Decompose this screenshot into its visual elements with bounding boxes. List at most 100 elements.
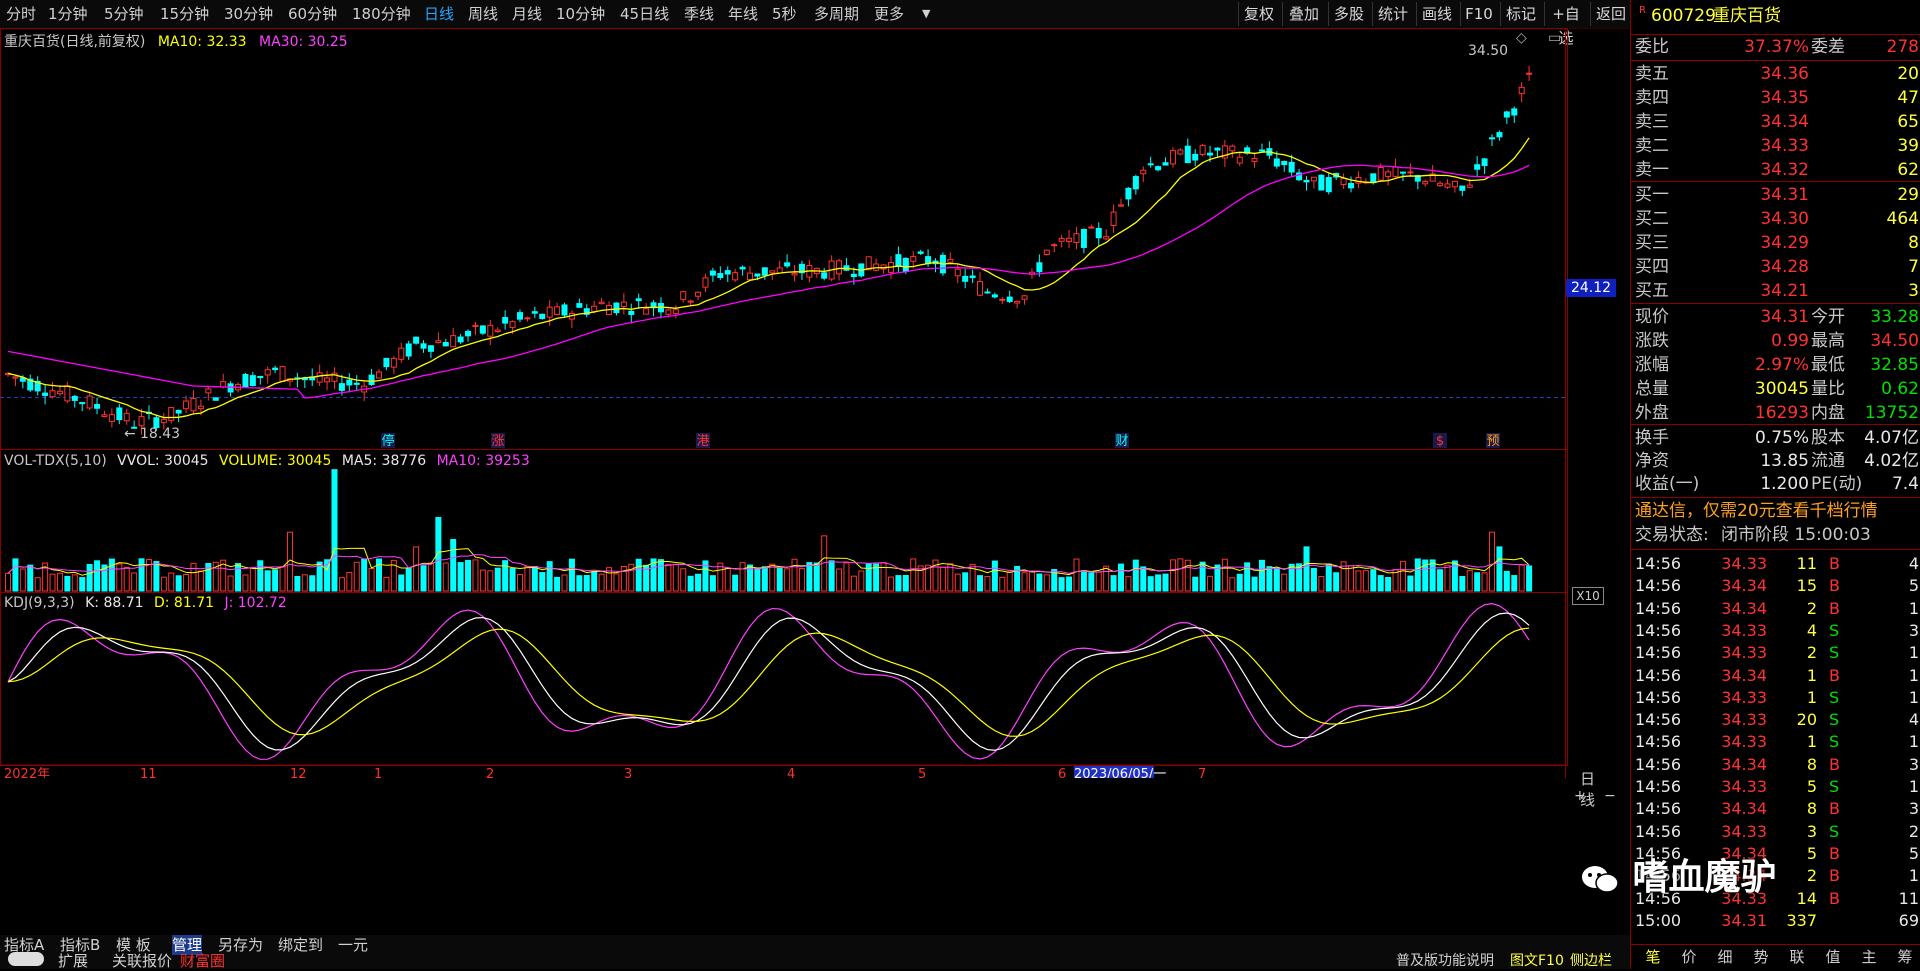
bottom-link[interactable]: 关联报价 bbox=[112, 951, 172, 971]
toggle-switch[interactable] bbox=[8, 952, 44, 966]
period-tab[interactable]: 5分钟 bbox=[104, 3, 144, 25]
candle-body bbox=[576, 303, 583, 308]
ask-volume: 47 bbox=[1897, 88, 1919, 108]
tick-price: 34.33 bbox=[1721, 554, 1767, 573]
zoom-in-button[interactable]: + bbox=[1574, 788, 1586, 804]
volume-bar bbox=[1147, 576, 1154, 592]
bottom-right-link[interactable]: 侧边栏 bbox=[1570, 951, 1612, 971]
volume-bar bbox=[1318, 576, 1325, 592]
volume-bar bbox=[1429, 559, 1436, 592]
toolbar-button[interactable]: 复权 bbox=[1238, 2, 1279, 26]
candle-body bbox=[954, 268, 961, 277]
candle-body bbox=[138, 416, 145, 427]
volume-bar bbox=[1503, 570, 1510, 592]
period-tab[interactable]: 45日线 bbox=[620, 3, 669, 25]
period-tab[interactable]: 月线 bbox=[512, 3, 542, 25]
quote-tab[interactable]: 势 bbox=[1745, 946, 1777, 967]
bottom-link[interactable]: 扩展 bbox=[58, 951, 88, 971]
toolbar-button[interactable]: 画线 bbox=[1416, 2, 1457, 26]
quote-tab[interactable]: 价 bbox=[1673, 946, 1705, 967]
volume-bar bbox=[1118, 563, 1124, 592]
period-tab[interactable]: 30分钟 bbox=[224, 3, 273, 25]
bottom-right-link[interactable]: 图文F10 bbox=[1510, 951, 1564, 971]
ad-banner[interactable]: 通达信，仅需20元查看千档行情 bbox=[1631, 500, 1920, 523]
period-tab[interactable]: 15分钟 bbox=[160, 3, 209, 25]
volume-bar bbox=[635, 558, 642, 592]
toolbar-button[interactable]: 返回 bbox=[1590, 2, 1631, 26]
toolbar-button[interactable]: F10 bbox=[1460, 2, 1497, 26]
period-tab[interactable]: 周线 bbox=[468, 3, 498, 25]
tick-side: B bbox=[1829, 554, 1840, 573]
stat-value: 13.85 bbox=[1760, 451, 1809, 471]
candle-body bbox=[628, 310, 635, 315]
candle-body bbox=[427, 345, 434, 352]
stat-label: 最低 bbox=[1811, 355, 1845, 375]
ask-price: 34.34 bbox=[1760, 112, 1809, 132]
period-tab[interactable]: 5秒 bbox=[772, 3, 797, 25]
candle-body bbox=[1503, 111, 1510, 118]
tick-price: 34.33 bbox=[1721, 821, 1767, 841]
tick-volume: 14 bbox=[1796, 888, 1817, 908]
quote-tab[interactable]: 细 bbox=[1709, 946, 1741, 967]
quote-tab[interactable]: 筹 bbox=[1889, 946, 1920, 967]
period-tab[interactable]: 季线 bbox=[684, 3, 714, 25]
period-tab[interactable]: 更多 bbox=[874, 3, 904, 25]
toolbar-button[interactable]: +自选 bbox=[1544, 2, 1587, 47]
event-marker[interactable]: 预 bbox=[1486, 434, 1499, 449]
bottom-link[interactable]: 财富圈 bbox=[180, 951, 225, 971]
volume-bar bbox=[732, 574, 739, 592]
panel-toggle-icon[interactable]: ▭ bbox=[1548, 30, 1561, 46]
toolbar-button[interactable]: 多股 bbox=[1328, 2, 1369, 26]
candle-body bbox=[487, 324, 494, 337]
event-marker[interactable]: 涨 bbox=[491, 434, 504, 449]
quote-tab[interactable]: 笔 bbox=[1637, 946, 1669, 967]
candle-body bbox=[1073, 233, 1080, 244]
candle-body bbox=[1132, 176, 1139, 190]
candle-body bbox=[554, 306, 561, 315]
volume-bar bbox=[1140, 566, 1147, 592]
period-tab[interactable]: 年线 bbox=[728, 3, 758, 25]
more-dropdown-icon[interactable]: ▼ bbox=[922, 3, 930, 25]
event-marker[interactable]: 港 bbox=[696, 434, 709, 449]
toolbar-button[interactable]: 标记 bbox=[1500, 2, 1541, 26]
candle-body bbox=[1021, 295, 1028, 300]
toolbar-button[interactable]: 统计 bbox=[1372, 2, 1413, 26]
candle-body bbox=[398, 347, 405, 360]
period-tab[interactable]: 日线 bbox=[424, 3, 454, 25]
kline-chart[interactable]: 34.0032.0030.0028.0026.0024.0022.0020.00… bbox=[0, 28, 1566, 778]
volume-bar bbox=[1036, 573, 1043, 592]
volume-bar bbox=[798, 568, 805, 592]
quote-tab[interactable]: 联 bbox=[1781, 946, 1813, 967]
candle-body bbox=[1051, 244, 1058, 247]
candle-body bbox=[1496, 132, 1503, 138]
period-tab[interactable]: 180分钟 bbox=[352, 3, 411, 25]
tick-row: 14:56 34.33 1 S 1 bbox=[1631, 686, 1920, 709]
period-tab[interactable]: 分时 bbox=[6, 3, 36, 25]
event-marker[interactable]: $ bbox=[1436, 434, 1444, 449]
ask-row: 卖四 34.35 47 bbox=[1631, 87, 1920, 110]
quote-tab[interactable]: 主 bbox=[1853, 946, 1885, 967]
bid-label: 买三 bbox=[1635, 233, 1669, 253]
indicator-tab[interactable]: 绑定到 bbox=[278, 935, 323, 955]
volume-bar bbox=[427, 562, 434, 592]
volume-bar bbox=[1511, 575, 1518, 592]
chart-area: 34.0032.0030.0028.0026.0024.0022.0020.00… bbox=[0, 28, 1616, 930]
quote-tab[interactable]: 值 bbox=[1817, 946, 1849, 967]
period-tab[interactable]: 多周期 bbox=[814, 3, 859, 25]
volume-bar bbox=[294, 575, 301, 592]
tick-volume: 2 bbox=[1806, 598, 1817, 618]
event-marker[interactable]: 财 bbox=[1115, 434, 1128, 449]
period-tab[interactable]: 10分钟 bbox=[556, 3, 605, 25]
toolbar-button[interactable]: 叠加 bbox=[1282, 2, 1325, 26]
period-tab[interactable]: 60分钟 bbox=[288, 3, 337, 25]
diamond-icon[interactable]: ◇ bbox=[1516, 30, 1527, 46]
period-tab[interactable]: 1分钟 bbox=[48, 3, 88, 25]
stat-value: 16293 bbox=[1754, 403, 1809, 423]
bottom-right-link[interactable]: 普及版功能说明 bbox=[1396, 951, 1494, 971]
candle-body bbox=[1377, 166, 1384, 181]
indicator-tab[interactable]: 一元 bbox=[338, 935, 368, 955]
event-marker[interactable]: 停 bbox=[381, 433, 394, 449]
zoom-out-button[interactable]: − bbox=[1604, 788, 1616, 804]
ad-text[interactable]: 通达信，仅需20元查看千档行情 bbox=[1635, 500, 1878, 523]
tick-price: 34.33 bbox=[1721, 620, 1767, 640]
